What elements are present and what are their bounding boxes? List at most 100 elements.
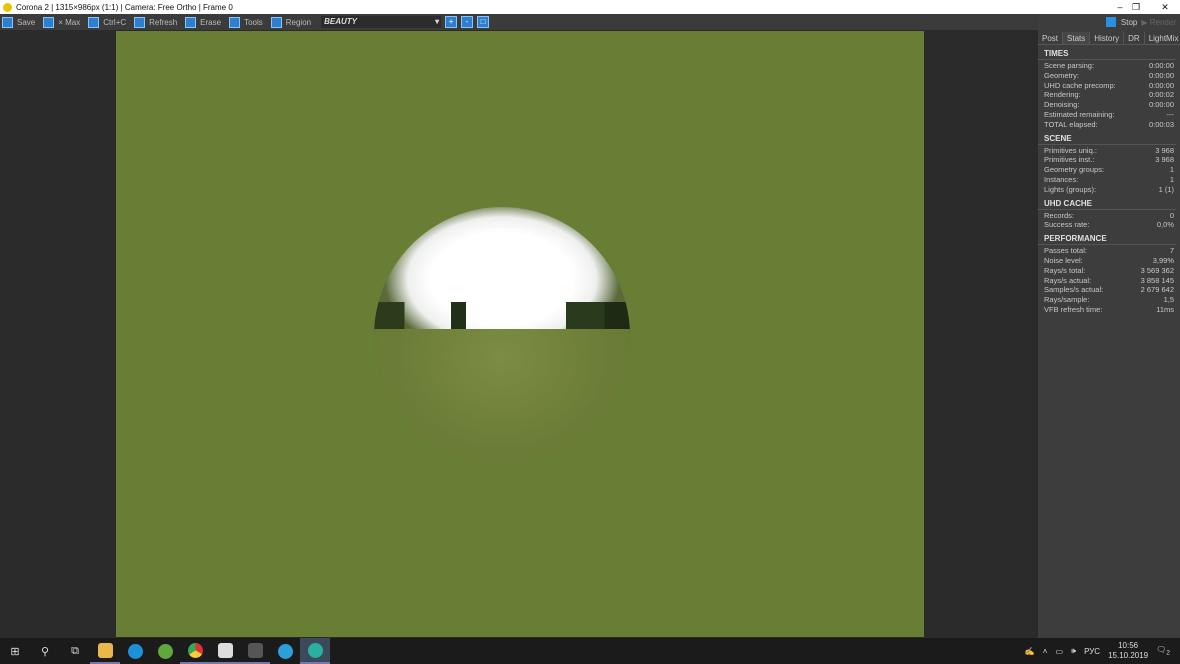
stat-row: Noise level: 3,99% [1038, 256, 1180, 266]
copy-button[interactable]: Ctrl+C [88, 14, 132, 30]
stat-row: Rendering: 0:00:02 [1038, 90, 1180, 100]
stat-row: UHD cache precomp: 0:00:00 [1038, 81, 1180, 91]
stat-row: Lights (groups): 1 (1) [1038, 185, 1180, 195]
stat-row: Passes total: 7 [1038, 246, 1180, 256]
max-label: × Max [58, 17, 81, 27]
clock[interactable]: 10:56 15.10.2019 [1108, 641, 1148, 661]
stat-label: Rays/sample: [1044, 295, 1090, 305]
stat-label: Primitives inst.: [1044, 155, 1095, 165]
viewport-margin-right [924, 30, 1038, 638]
stat-value: 1 (1) [1158, 184, 1174, 194]
erase-icon [185, 16, 197, 28]
close-button[interactable]: ✕ [1150, 0, 1180, 14]
tab-history[interactable]: History [1090, 32, 1125, 44]
language-indicator[interactable]: РУС [1084, 647, 1100, 656]
date: 15.10.2019 [1108, 651, 1149, 660]
system-tray: ✍ ˄ ▭ 🕪 РУС 10:56 15.10.2019 🗨2 [1025, 638, 1180, 664]
taskbar: ⊞ ⚲ ⧉ ✍ ˄ ▭ 🕪 РУС 10:56 15.10.2019 🗨2 [0, 638, 1180, 664]
search-icon[interactable]: ⚲ [30, 638, 60, 664]
telegram-icon[interactable] [270, 638, 300, 664]
zoom-out-icon[interactable]: - [461, 16, 474, 28]
stat-value: 3 569 362 [1140, 265, 1174, 275]
stat-label: Rendering: [1044, 90, 1081, 100]
volume-icon[interactable]: 🕪 [1071, 646, 1076, 656]
explorer-icon[interactable] [90, 638, 120, 664]
render-canvas[interactable] [116, 31, 924, 637]
stat-row: Scene parsing: 0:00:00 [1038, 61, 1180, 71]
tab-lightmix[interactable]: LightMix [1145, 32, 1180, 44]
task-view-icon[interactable]: ⧉ [60, 638, 90, 664]
stat-value: 1 [1169, 165, 1174, 175]
stat-label: TOTAL elapsed: [1044, 119, 1098, 129]
channel-select[interactable]: BEAUTY ▾ [321, 16, 442, 28]
stat-row: Instances: 1 [1038, 175, 1180, 185]
stat-value: 11ms [1156, 304, 1174, 314]
region-button[interactable]: Region [270, 14, 317, 30]
skype-icon[interactable] [120, 638, 150, 664]
max-button[interactable]: × Max [43, 14, 86, 30]
stat-label: Samples/s actual: [1044, 285, 1104, 295]
tab-dr[interactable]: DR [1124, 32, 1145, 44]
stop-button[interactable]: Stop [1105, 17, 1137, 27]
channel-value: BEAUTY [324, 17, 357, 26]
save-icon [2, 16, 13, 28]
stat-value: 0:00:00 [1148, 70, 1174, 80]
zoom-fit-icon[interactable]: □ [477, 16, 490, 28]
stat-row: Geometry groups: 1 [1038, 165, 1180, 175]
corona-vfb-icon[interactable] [300, 638, 330, 664]
window-title: Corona 2 | 1315×986px (1:1) | Camera: Fr… [16, 2, 233, 12]
stat-value: 1 [1169, 174, 1174, 184]
title-bar: Corona 2 | 1315×986px (1:1) | Camera: Fr… [0, 0, 1180, 14]
3dsmax-icon[interactable] [240, 638, 270, 664]
viewport-margin-left [0, 30, 116, 638]
stat-label: Rays/s actual: [1044, 275, 1092, 285]
section-heading: SCENE [1038, 130, 1176, 145]
stat-value: 1,5 [1163, 295, 1174, 305]
stat-label: Scene parsing: [1044, 61, 1095, 70]
refresh-button[interactable]: Refresh [134, 14, 183, 30]
tools-button[interactable]: Tools [229, 14, 269, 30]
section-heading: TIMES [1038, 45, 1176, 60]
stat-label: Denoising: [1044, 100, 1080, 110]
stat-row: Denoising: 0:00:00 [1038, 100, 1180, 110]
stat-row: Primitives uniq.: 3 968 [1038, 146, 1180, 156]
notification-count: 2 [1166, 649, 1170, 657]
stat-value: 3 968 [1155, 155, 1174, 165]
save-button[interactable]: Save [2, 14, 41, 30]
stat-row: Geometry: 0:00:00 [1038, 71, 1180, 81]
stat-value: 0:00:00 [1148, 80, 1174, 90]
stat-row: Estimated remaining: --- [1038, 110, 1180, 120]
stat-row: Rays/sample: 1,5 [1038, 295, 1180, 305]
chevron-up-icon[interactable]: ˄ [1043, 647, 1048, 656]
region-label: Region [285, 17, 312, 27]
photos-icon[interactable] [210, 638, 240, 664]
erase-button[interactable]: Erase [185, 14, 227, 30]
section-heading: PERFORMANCE [1038, 230, 1176, 246]
zoom-in-icon[interactable]: + [445, 16, 458, 28]
stat-label: Lights (groups): [1044, 184, 1097, 194]
stat-value: 2 679 642 [1140, 285, 1174, 295]
pen-icon[interactable]: ✍ [1025, 647, 1035, 656]
stat-row: VFB refresh time: 11ms [1038, 305, 1180, 315]
stat-label: Success rate: [1044, 220, 1090, 230]
tab-stats[interactable]: Stats [1063, 32, 1091, 44]
maximize-button[interactable]: ❐ [1121, 0, 1151, 14]
stat-label: Estimated remaining: [1044, 109, 1115, 119]
stat-row: Records: 0 [1038, 211, 1180, 221]
stat-value: --- [1166, 109, 1175, 119]
notifications-icon[interactable]: 🗨2 [1156, 645, 1170, 657]
stat-label: Noise level: [1044, 255, 1083, 265]
corona-logo-icon [3, 2, 12, 12]
chrome-icon[interactable] [180, 638, 210, 664]
network-icon[interactable]: ▭ [1055, 647, 1063, 656]
render-button[interactable]: ▶ Render [1141, 18, 1176, 27]
stat-label: Geometry groups: [1044, 165, 1105, 175]
stat-label: Records: [1044, 210, 1075, 220]
refresh-icon [134, 16, 146, 28]
torrent-icon[interactable] [150, 638, 180, 664]
tab-post[interactable]: Post [1038, 32, 1064, 44]
start-button[interactable]: ⊞ [0, 638, 30, 664]
stat-row: Rays/s total: 3 569 362 [1038, 266, 1180, 276]
stat-label: Passes total: [1044, 246, 1087, 256]
stat-value: 0 [1169, 210, 1174, 220]
